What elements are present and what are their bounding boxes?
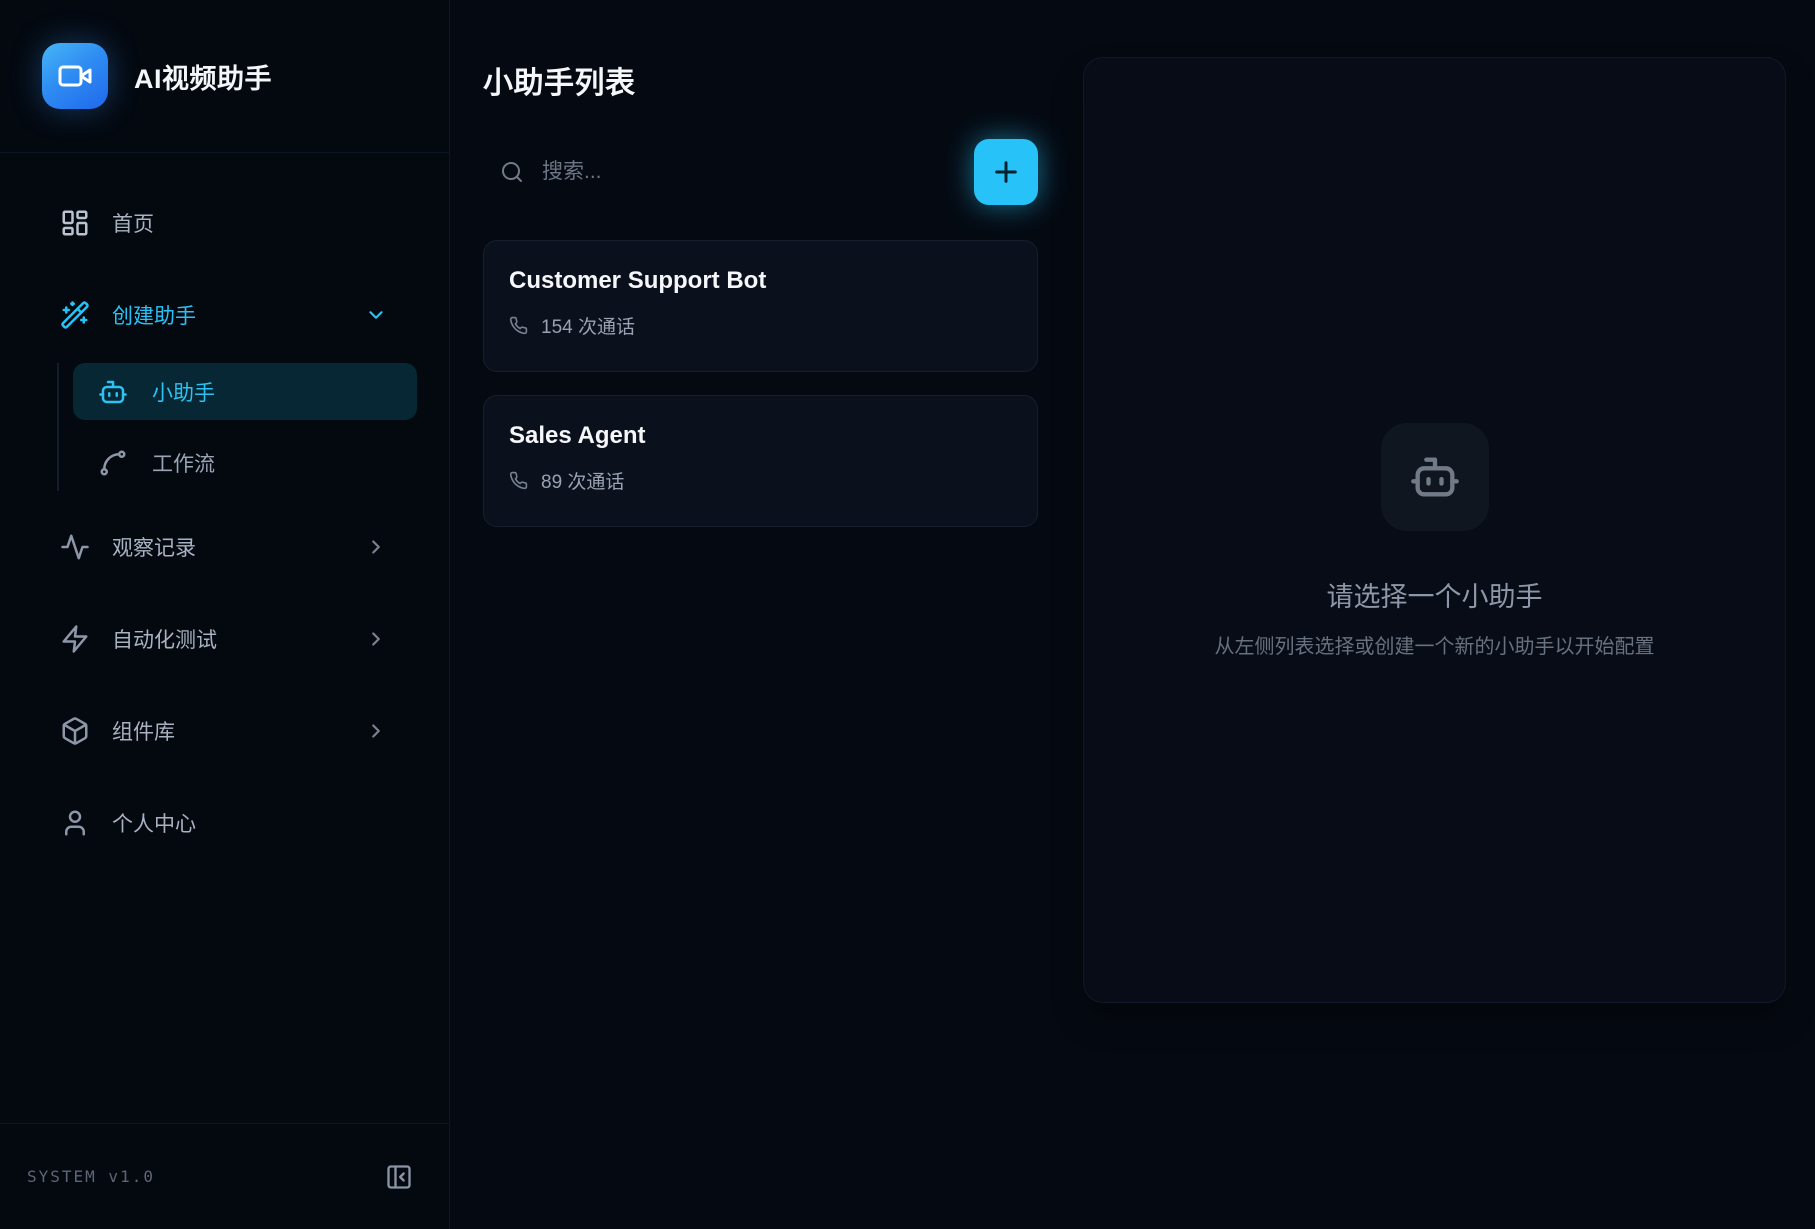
sidebar-item-label: 自动化测试 [112, 624, 217, 654]
phone-icon [509, 316, 528, 335]
plus-icon [990, 156, 1022, 188]
zap-icon [60, 624, 90, 654]
chevron-right-icon [365, 720, 387, 742]
assistant-card[interactable]: Sales Agent 89 次通话 [483, 395, 1038, 527]
add-assistant-button[interactable] [974, 139, 1038, 205]
assistant-card-list: Customer Support Bot 154 次通话 Sales Agent [483, 240, 1038, 527]
activity-icon [60, 532, 90, 562]
sidebar-item-automation-testing[interactable]: 自动化测试 [0, 615, 449, 663]
empty-state-icon-box [1381, 423, 1489, 531]
assistant-meta: 89 次通话 [509, 467, 1037, 494]
assistant-detail-panel: 请选择一个小助手 从左侧列表选择或创建一个新的小助手以开始配置 [1083, 57, 1786, 1003]
sidebar-item-assistant[interactable]: 小助手 [73, 363, 417, 420]
sidebar-item-create-assistant[interactable]: 创建助手 [0, 291, 449, 339]
bot-icon [1409, 451, 1461, 503]
app-title: AI视频助手 [134, 57, 272, 96]
dashboard-icon [60, 208, 90, 238]
sidebar-item-label: 创建助手 [112, 300, 196, 330]
empty-state-subtitle: 从左侧列表选择或创建一个新的小助手以开始配置 [1215, 630, 1655, 659]
assistant-call-count: 89 次通话 [541, 467, 624, 494]
sidebar-item-label: 工作流 [152, 448, 215, 478]
assistant-meta: 154 次通话 [509, 312, 1037, 339]
chevron-down-icon [365, 304, 387, 326]
magic-wand-icon [60, 300, 90, 330]
sidebar-item-observation-records[interactable]: 观察记录 [0, 523, 449, 571]
sidebar: AI视频助手 首页 创建助手 [0, 0, 450, 1229]
sidebar-item-label: 小助手 [152, 377, 215, 407]
sidebar-item-personal-center[interactable]: 个人中心 [0, 799, 449, 847]
collapse-sidebar-button[interactable] [385, 1163, 413, 1191]
video-camera-icon [57, 58, 93, 94]
system-version: SYSTEM v1.0 [27, 1167, 155, 1186]
user-icon [60, 808, 90, 838]
assistant-name: Sales Agent [509, 422, 1037, 450]
search-row [483, 139, 1038, 205]
sidebar-item-label: 组件库 [112, 716, 175, 746]
workflow-icon [98, 448, 128, 478]
empty-state-title: 请选择一个小助手 [1327, 575, 1543, 614]
chevron-right-icon [365, 628, 387, 650]
app-logo [42, 43, 108, 109]
bot-icon [98, 377, 128, 407]
create-assistant-submenu: 小助手 工作流 [57, 363, 449, 491]
page-title: 小助手列表 [483, 58, 1038, 102]
sidebar-item-label: 观察记录 [112, 532, 196, 562]
sidebar-item-label: 个人中心 [112, 808, 196, 838]
search-input[interactable] [542, 160, 954, 184]
box-icon [60, 716, 90, 746]
sidebar-item-workflow[interactable]: 工作流 [73, 434, 417, 491]
chevron-right-icon [365, 536, 387, 558]
assistant-card[interactable]: Customer Support Bot 154 次通话 [483, 240, 1038, 372]
sidebar-item-home[interactable]: 首页 [0, 199, 449, 247]
sidebar-nav: 首页 创建助手 小助手 [0, 153, 449, 1123]
sidebar-footer: SYSTEM v1.0 [0, 1123, 449, 1229]
sidebar-item-label: 首页 [112, 208, 154, 238]
search-icon [500, 160, 524, 184]
phone-icon [509, 471, 528, 490]
assistant-list-panel: 小助手列表 Customer Support Bot [450, 0, 1083, 1229]
sidebar-header: AI视频助手 [0, 0, 449, 153]
panel-left-close-icon [385, 1163, 413, 1191]
main-content: 小助手列表 Customer Support Bot [450, 0, 1815, 1229]
assistant-name: Customer Support Bot [509, 267, 1037, 295]
assistant-call-count: 154 次通话 [541, 312, 635, 339]
sidebar-item-component-library[interactable]: 组件库 [0, 707, 449, 755]
